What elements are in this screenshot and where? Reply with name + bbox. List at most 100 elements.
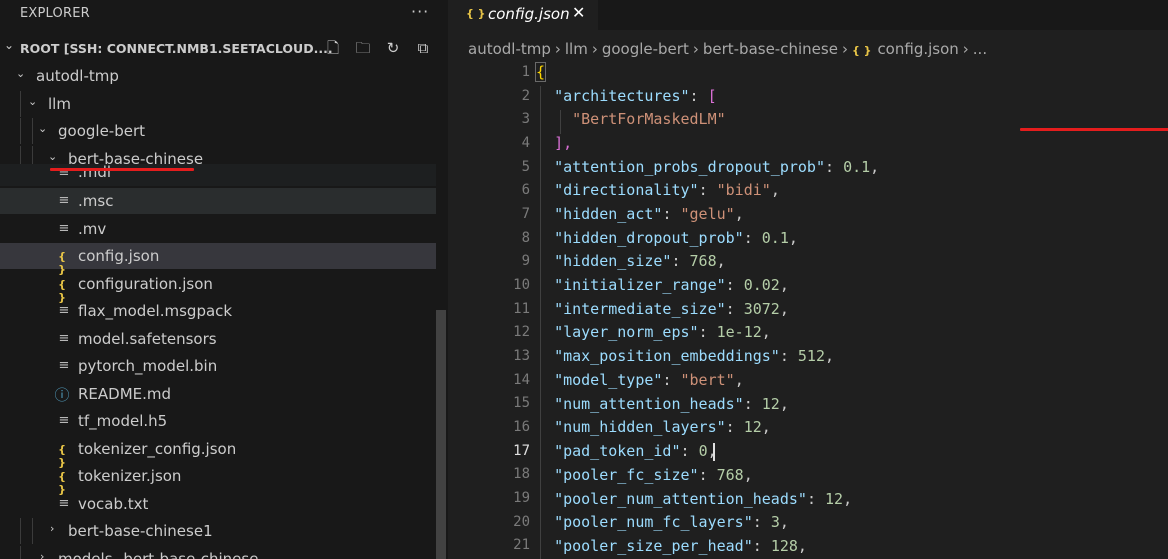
breadcrumb: autodl-tmp › llm › google-bert › bert-base-chi… xyxy=(468,40,987,58)
tree-file-row[interactable]: { } tokenizer_config.json xyxy=(0,436,436,469)
json-number: 768 xyxy=(716,466,744,484)
json-key: "initializer_range" xyxy=(554,276,726,294)
file-lines-icon: ≡ xyxy=(58,358,70,373)
line-number: 19 xyxy=(513,490,530,506)
breadcrumb-item[interactable]: llm xyxy=(565,40,588,58)
line-number: 18 xyxy=(513,466,530,482)
indent-guide xyxy=(20,118,21,144)
json-key: "pooler_num_fc_layers" xyxy=(554,513,753,531)
file-lines-icon: ≡ xyxy=(58,221,70,236)
editor-area: { } config.json ✕ autodl-tmp › llm › google-… xyxy=(448,0,1168,559)
breadcrumb-item[interactable]: config.json xyxy=(877,40,958,58)
json-number: 12 xyxy=(825,490,844,508)
line-number-active: 17 xyxy=(513,443,530,459)
json-key: "attention_probs_dropout_prob" xyxy=(554,158,825,176)
code-line-6[interactable]: "directionality": "bidi", xyxy=(536,181,780,199)
tree-file-row[interactable]: ≡ .mv xyxy=(0,216,436,242)
tree-folder-llm[interactable]: ⌄ llm xyxy=(0,91,436,117)
tree-file-row[interactable]: ≡ flax_model.msgpack xyxy=(0,298,436,324)
json-key: "hidden_act" xyxy=(554,205,663,223)
new-file-icon[interactable]: 🗋 xyxy=(322,38,344,63)
line-number: 15 xyxy=(513,395,530,411)
code-line-13[interactable]: "max_position_embeddings": 512, xyxy=(536,347,834,365)
collapse-all-icon[interactable]: ⧉ xyxy=(412,39,434,57)
explorer-root[interactable]: ⌄ ROOT [SSH: CONNECT.NMB1.SEETACLOUD....… xyxy=(0,36,448,62)
line-number: 11 xyxy=(513,301,530,317)
code-line-19[interactable]: "pooler_num_attention_heads": 12, xyxy=(536,490,852,508)
tree-file-row[interactable]: ≡ vocab.txt xyxy=(0,491,436,517)
code-line-16[interactable]: "num_hidden_layers": 12, xyxy=(536,418,771,436)
breadcrumb-item[interactable]: ... xyxy=(973,40,987,58)
code-line-11[interactable]: "intermediate_size": 3072, xyxy=(536,300,789,318)
breadcrumb-item[interactable]: autodl-tmp xyxy=(468,40,551,58)
line-number: 9 xyxy=(521,253,530,269)
code-line-21[interactable]: "pooler_size_per_head": 128, xyxy=(536,537,807,555)
code-line-20[interactable]: "pooler_num_fc_layers": 3, xyxy=(536,513,789,531)
tree-file-row[interactable]: ⓘ README.md xyxy=(0,381,436,407)
code-line-10[interactable]: "initializer_range": 0.02, xyxy=(536,276,789,294)
vscode-window: EXPLORER ··· ⌄ ROOT [SSH: CONNECT.NMB1.S… xyxy=(0,0,1168,559)
line-number: 4 xyxy=(521,135,530,151)
code-line-14[interactable]: "model_type": "bert", xyxy=(536,371,744,389)
json-number: 0.02 xyxy=(743,276,780,294)
tree-file-row[interactable]: { } configuration.json xyxy=(0,271,436,304)
chevron-right-icon: › xyxy=(841,40,848,58)
code-line-3[interactable]: "BertForMaskedLM" xyxy=(536,110,726,128)
code-line-9[interactable]: "hidden_size": 768, xyxy=(536,252,726,270)
json-key: "architectures" xyxy=(554,87,690,105)
code-line-4[interactable]: ], xyxy=(536,134,572,152)
json-number: 3 xyxy=(770,513,780,531)
json-number: 128 xyxy=(770,537,798,555)
close-icon[interactable]: ✕ xyxy=(572,3,585,22)
tree-folder-google-bert[interactable]: ⌄ google-bert xyxy=(0,118,436,144)
chevron-right-icon: › xyxy=(591,40,598,58)
tab-config-json[interactable]: { } config.json ✕ xyxy=(448,0,598,30)
new-folder-icon[interactable]: 🗀 xyxy=(352,38,374,63)
indent-guide xyxy=(32,518,33,544)
tree-file-row-selected[interactable]: { } config.json xyxy=(0,243,436,276)
code-line-12[interactable]: "layer_norm_eps": 1e-12, xyxy=(536,323,771,341)
tree-folder-autodl-tmp[interactable]: ⌄ autodl-tmp xyxy=(0,63,436,89)
chevron-right-icon: › xyxy=(554,40,561,58)
ellipsis-icon[interactable]: ··· xyxy=(411,2,429,21)
code-line-17[interactable]: "pad_token_id": 0, xyxy=(536,442,717,460)
folder-label: google-bert xyxy=(58,122,146,140)
tree-file-row[interactable]: ≡ .msc xyxy=(0,188,436,214)
tree-folder-bert-base-chinese1[interactable]: › bert-base-chinese1 xyxy=(0,518,436,544)
json-key: "num_hidden_layers" xyxy=(554,418,726,436)
file-label: vocab.txt xyxy=(78,495,149,513)
explorer-header: EXPLORER ··· xyxy=(0,0,448,28)
line-number: 20 xyxy=(513,514,530,530)
json-number: 12 xyxy=(743,418,762,436)
breadcrumb-item[interactable]: bert-base-chinese xyxy=(703,40,838,58)
refresh-icon[interactable]: ↻ xyxy=(382,39,404,57)
code-line-1[interactable]: { xyxy=(534,62,547,82)
tree-file-row[interactable]: { } tokenizer.json xyxy=(0,463,436,496)
json-number: 512 xyxy=(797,347,825,365)
sidebar-scrollbar[interactable] xyxy=(436,310,446,559)
tree-file-row[interactable]: ≡ tf_model.h5 xyxy=(0,408,436,434)
json-string: "bert" xyxy=(680,371,735,389)
json-number: 0 xyxy=(698,442,708,460)
code-line-18[interactable]: "pooler_fc_size": 768, xyxy=(536,466,753,484)
code-line-7[interactable]: "hidden_act": "gelu", xyxy=(536,205,744,223)
indent-guide xyxy=(20,546,21,559)
tree-file-row[interactable]: ≡ pytorch_model.bin xyxy=(0,353,436,379)
json-number: 1e-12 xyxy=(716,323,762,341)
tree-folder-models[interactable]: › models--bert-base-chinese xyxy=(0,546,436,559)
indent-guide xyxy=(32,118,33,144)
code-line-8[interactable]: "hidden_dropout_prob": 0.1, xyxy=(536,229,798,247)
json-icon: { } xyxy=(466,7,486,20)
explorer-sidebar: EXPLORER ··· ⌄ ROOT [SSH: CONNECT.NMB1.S… xyxy=(0,0,448,559)
json-key: "hidden_dropout_prob" xyxy=(554,229,744,247)
json-key: "layer_norm_eps" xyxy=(554,323,699,341)
code-line-2[interactable]: "architectures": [ xyxy=(536,87,717,105)
folder-label: autodl-tmp xyxy=(36,67,119,85)
line-number: 14 xyxy=(513,372,530,388)
json-key: "num_attention_heads" xyxy=(554,395,744,413)
code-line-5[interactable]: "attention_probs_dropout_prob": 0.1, xyxy=(536,158,879,176)
tree-file-row[interactable]: ≡ model.safetensors xyxy=(0,326,436,352)
line-number: 10 xyxy=(513,277,530,293)
code-line-15[interactable]: "num_attention_heads": 12, xyxy=(536,395,789,413)
breadcrumb-item[interactable]: google-bert xyxy=(602,40,689,58)
